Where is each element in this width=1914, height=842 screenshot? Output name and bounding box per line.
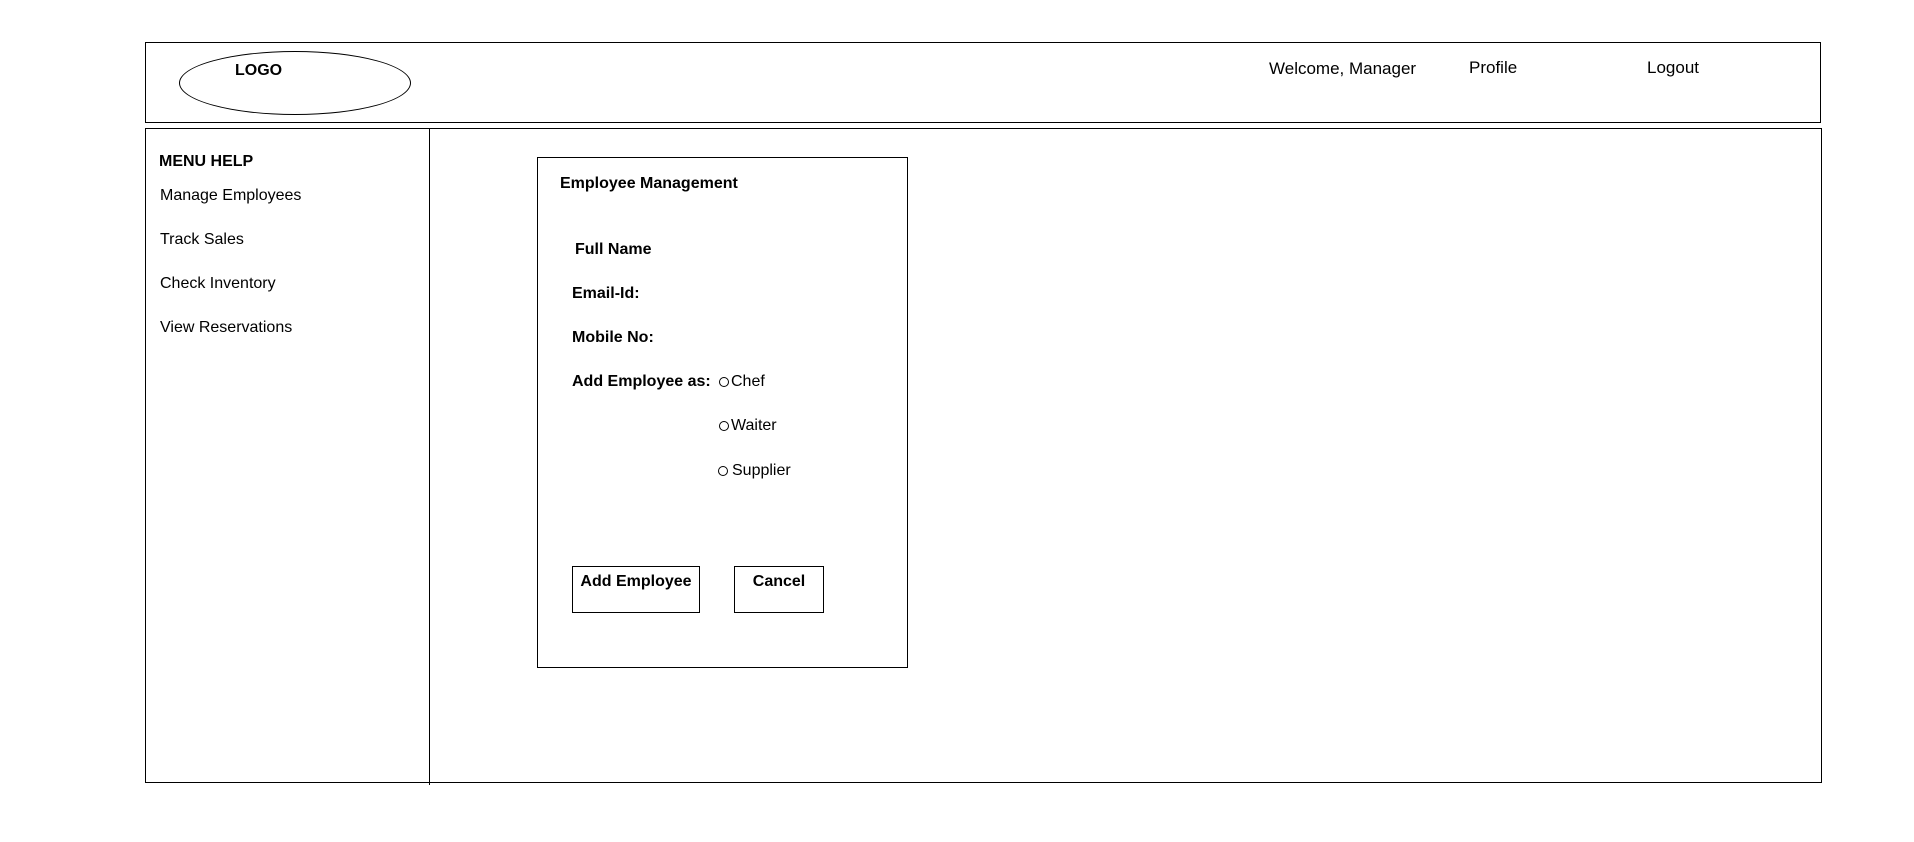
role-label: Add Employee as: bbox=[572, 373, 711, 390]
logo-text: LOGO bbox=[235, 62, 283, 79]
sidebar-title: MENU HELP bbox=[159, 153, 254, 170]
main-frame bbox=[145, 128, 1822, 783]
full-name-label: Full Name bbox=[575, 241, 652, 258]
radio-waiter[interactable]: Waiter bbox=[719, 417, 777, 435]
radio-supplier-label: Supplier bbox=[732, 462, 791, 479]
radio-circle-icon[interactable] bbox=[719, 377, 729, 387]
sidebar-divider bbox=[429, 128, 430, 785]
radio-waiter-label: Waiter bbox=[731, 417, 777, 434]
radio-circle-icon[interactable] bbox=[719, 421, 729, 431]
logout-link[interactable]: Logout bbox=[1647, 58, 1699, 78]
email-label: Email-Id: bbox=[572, 285, 640, 302]
sidebar-item-check-inventory[interactable]: Check Inventory bbox=[160, 275, 276, 293]
sidebar-item-track-sales[interactable]: Track Sales bbox=[160, 231, 244, 249]
profile-link[interactable]: Profile bbox=[1469, 58, 1517, 78]
mobile-label: Mobile No: bbox=[572, 329, 654, 346]
radio-supplier[interactable]: Supplier bbox=[718, 462, 791, 480]
radio-chef-label: Chef bbox=[731, 373, 765, 390]
panel-title: Employee Management bbox=[560, 175, 738, 192]
add-employee-button[interactable]: Add Employee bbox=[572, 566, 700, 613]
sidebar-item-view-reservations[interactable]: View Reservations bbox=[160, 319, 292, 337]
radio-chef[interactable]: Chef bbox=[719, 373, 765, 391]
cancel-button[interactable]: Cancel bbox=[734, 566, 824, 613]
welcome-text: Welcome, Manager bbox=[1269, 59, 1417, 78]
radio-circle-icon[interactable] bbox=[718, 466, 728, 476]
sidebar-item-manage-employees[interactable]: Manage Employees bbox=[160, 187, 301, 205]
logo[interactable] bbox=[179, 51, 411, 115]
header-bar bbox=[145, 42, 1821, 123]
